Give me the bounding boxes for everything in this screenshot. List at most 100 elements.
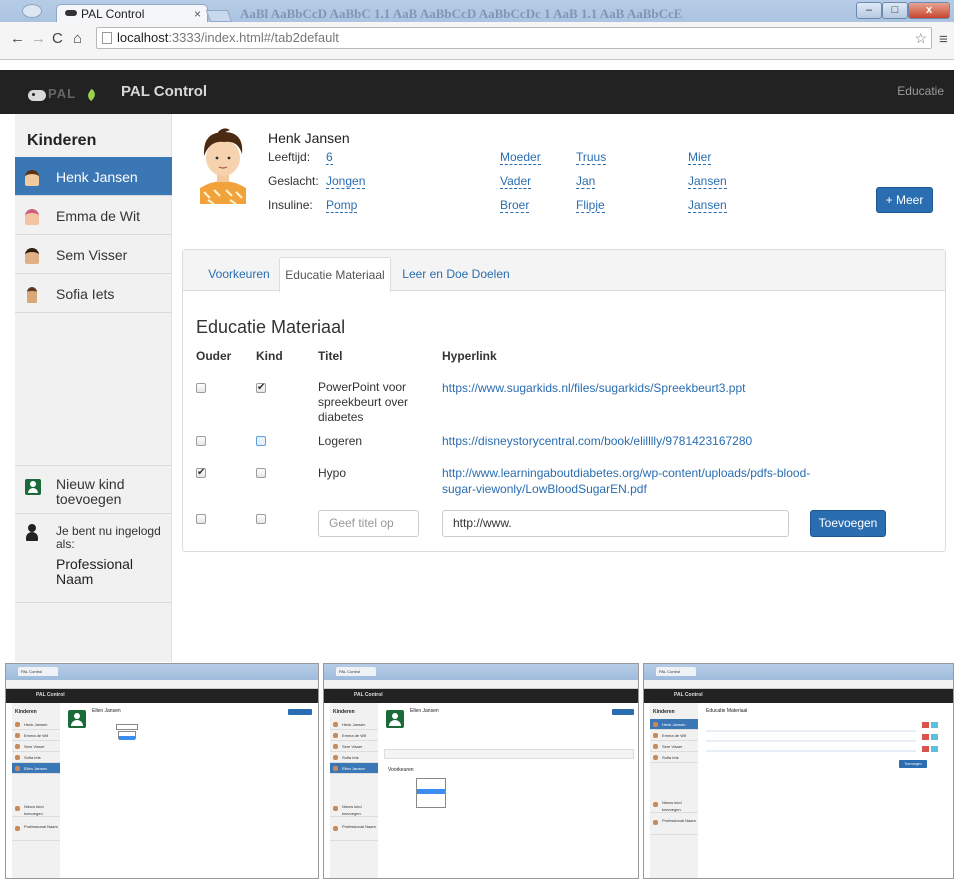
family-role-moeder[interactable]: Moeder bbox=[500, 151, 541, 165]
sidebar-item-label: Sem Visser bbox=[56, 247, 128, 263]
checkbox-kind[interactable] bbox=[256, 514, 266, 524]
child-avatar-icon bbox=[25, 209, 39, 225]
browser-tab-title: PAL Control bbox=[81, 7, 145, 21]
row-title: Logeren bbox=[318, 434, 363, 448]
thumb-more-button bbox=[288, 709, 312, 715]
thumb-navbar: PAL Control bbox=[324, 689, 638, 703]
thumb-sidebar-title: Kinderen bbox=[15, 709, 37, 715]
chrome-user-icon[interactable] bbox=[22, 4, 42, 18]
add-child-button[interactable]: Nieuw kind toevoegen bbox=[15, 465, 172, 513]
thumb-sidebar-item: Sem Visser bbox=[330, 741, 378, 752]
address-bar[interactable]: localhost:3333/index.html#/tab2default ☆ bbox=[96, 27, 932, 49]
thumb-tabs bbox=[384, 749, 634, 759]
more-button[interactable]: + Meer bbox=[876, 187, 933, 213]
thumb-child-name: Ellen Jansen bbox=[92, 708, 121, 714]
thumb-add-kid: Nieuw kind toevoegen bbox=[330, 803, 378, 817]
reload-icon[interactable]: C bbox=[52, 30, 63, 47]
row-hyperlink[interactable]: http://www.learningaboutdiabetes.org/wp-… bbox=[442, 465, 812, 497]
leaf-icon bbox=[85, 88, 98, 102]
thumb-sidebar-item: Ellen Jansen bbox=[12, 763, 60, 774]
row-title: PowerPoint voor spreekbeurt over diabete… bbox=[318, 380, 409, 424]
family-first-moeder[interactable]: Truus bbox=[576, 151, 607, 165]
row-hyperlink[interactable]: https://www.sugarkids.nl/files/sugarkids… bbox=[442, 380, 745, 396]
checkbox-ouder[interactable] bbox=[196, 436, 206, 446]
sidebar-item-sofia-iets[interactable]: Sofia Iets bbox=[15, 274, 172, 313]
prop-value-insuline[interactable]: Pomp bbox=[326, 199, 358, 213]
app-brand[interactable]: PAL Control bbox=[121, 83, 207, 100]
thumb-add-kid: Nieuw kind toevoegen bbox=[12, 803, 60, 817]
browser-tab[interactable]: PAL Control × bbox=[56, 4, 208, 24]
thumb-sidebar-title: Kinderen bbox=[333, 709, 355, 715]
checkbox-kind[interactable] bbox=[256, 436, 266, 446]
sidebar-item-emma-de-wit[interactable]: Emma de Wit bbox=[15, 196, 172, 235]
nav-link-educatie[interactable]: Educatie bbox=[897, 84, 944, 98]
add-button[interactable]: Toevoegen bbox=[810, 510, 886, 537]
family-role-vader[interactable]: Vader bbox=[500, 175, 532, 189]
pal-favicon-icon bbox=[65, 10, 77, 16]
family-last-broer[interactable]: Jansen bbox=[688, 199, 727, 213]
tab-close-icon[interactable]: × bbox=[194, 5, 201, 23]
prop-value-leeftijd[interactable]: 6 bbox=[326, 151, 333, 165]
family-last-vader[interactable]: Jansen bbox=[688, 175, 727, 189]
bookmark-star-icon[interactable]: ☆ bbox=[914, 28, 927, 48]
thumb-edit-icon bbox=[931, 746, 938, 752]
minimize-button[interactable]: – bbox=[856, 2, 882, 19]
maximize-button[interactable]: □ bbox=[882, 2, 908, 19]
pal-logo[interactable]: PAL bbox=[28, 86, 98, 102]
thumb-sidebar-title: Kinderen bbox=[653, 709, 675, 715]
browser-menu-icon[interactable]: ≡ bbox=[939, 31, 948, 48]
thumb-add-kid: Nieuw kind toevoegen bbox=[650, 799, 698, 813]
pal-logo-text: PAL bbox=[48, 86, 77, 101]
tab-educatie-materiaal[interactable]: Educatie Materiaal bbox=[279, 257, 391, 292]
sidebar-item-sem-visser[interactable]: Sem Visser bbox=[15, 235, 172, 274]
family-role-broer[interactable]: Broer bbox=[500, 199, 530, 213]
screenshot-thumbnail-2: PAL Control PAL Control Kinderen Henk Ja… bbox=[323, 663, 639, 879]
tab-leer-en-doe-doelen[interactable]: Leer en Doe Doelen bbox=[397, 257, 515, 292]
family-last-moeder[interactable]: Mier bbox=[688, 151, 712, 165]
new-link-input[interactable]: http://www. bbox=[442, 510, 789, 537]
url-host: localhost bbox=[117, 30, 169, 45]
home-icon[interactable]: ⌂ bbox=[73, 30, 82, 47]
checkbox-ouder[interactable]: ✔ bbox=[196, 468, 206, 478]
app-navbar: PAL PAL Control Educatie bbox=[0, 70, 954, 114]
tab-voorkeuren[interactable]: Voorkeuren bbox=[199, 257, 279, 292]
family-first-broer[interactable]: Flipje bbox=[576, 199, 605, 213]
checkbox-ouder[interactable] bbox=[196, 514, 206, 524]
thumb-sidebar-item: Emma de Wit bbox=[650, 730, 698, 741]
family-first-vader[interactable]: Jan bbox=[576, 175, 596, 189]
thumb-sidebar-item: Sem Visser bbox=[12, 741, 60, 752]
column-hyperlink: Hyperlink bbox=[442, 349, 497, 363]
thumb-sidebar-item: Emma de Wit bbox=[330, 730, 378, 741]
thumb-brand: PAL Control bbox=[354, 692, 383, 698]
thumb-edit-icon bbox=[931, 722, 938, 728]
back-arrow-icon[interactable]: ← bbox=[10, 30, 25, 47]
thumb-sidebar: Kinderen Henk Jansen Emma de Wit Sem Vis… bbox=[330, 703, 378, 878]
thumb-navbar: PAL Control bbox=[6, 689, 318, 703]
prop-label-geslacht: Geslacht: bbox=[268, 174, 319, 188]
background-window-text: AaBl AaBbCcD AaBbC 1.1 AaB AaBbCcD AaBbC… bbox=[240, 6, 683, 21]
sidebar-item-henk-jansen[interactable]: Henk Jansen bbox=[15, 157, 172, 196]
child-avatar-icon bbox=[25, 170, 39, 186]
forward-arrow-icon[interactable]: → bbox=[31, 30, 46, 47]
thumb-sidebar-item: Henk Jansen bbox=[650, 719, 698, 730]
close-window-button[interactable]: x bbox=[908, 2, 950, 19]
checkbox-kind[interactable] bbox=[256, 468, 266, 478]
checkbox-kind[interactable]: ✔ bbox=[256, 383, 266, 393]
login-info: Je bent nu ingelogd als: Professional Na… bbox=[15, 513, 172, 603]
thumb-child-avatar-icon bbox=[68, 710, 86, 728]
thumb-sidebar-item: Henk Jansen bbox=[12, 719, 60, 730]
thumb-more-button bbox=[612, 709, 634, 715]
new-title-input[interactable]: Geef titel op bbox=[318, 510, 419, 537]
thumb-login-name: Professional Naam bbox=[650, 817, 698, 835]
new-tab-button[interactable] bbox=[205, 10, 233, 22]
thumb-sidebar-item: Emma de Wit bbox=[12, 730, 60, 741]
prop-value-geslacht[interactable]: Jongen bbox=[326, 175, 366, 189]
thumb-add-button: Toevoegen bbox=[899, 760, 927, 768]
checkbox-ouder[interactable] bbox=[196, 383, 206, 393]
thumb-dropdown bbox=[118, 731, 136, 740]
column-ouder: Ouder bbox=[196, 349, 232, 363]
prop-label-insuline: Insuline: bbox=[268, 198, 313, 212]
row-hyperlink[interactable]: https://disneystorycentral.com/book/elil… bbox=[442, 433, 752, 449]
prop-label-leeftijd: Leeftijd: bbox=[268, 150, 311, 164]
page-icon bbox=[102, 32, 112, 44]
